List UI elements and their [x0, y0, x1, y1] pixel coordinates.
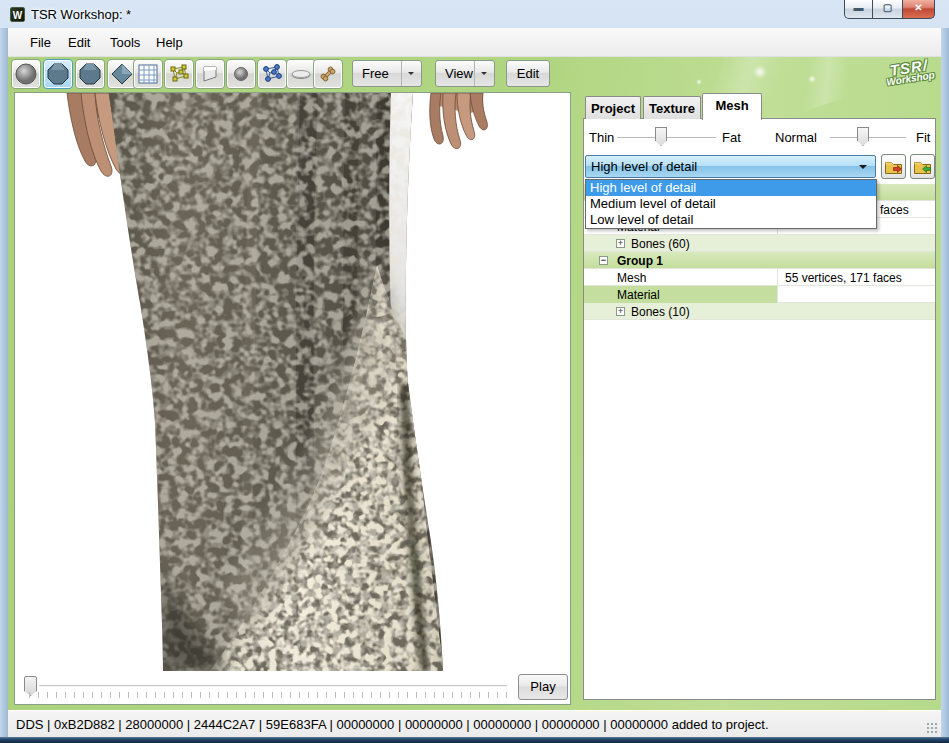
free-mode-arrow-button[interactable] — [401, 61, 421, 86]
chevron-down-icon — [481, 72, 487, 78]
plane-icon — [199, 63, 221, 85]
flat-sphere-icon — [47, 63, 69, 85]
toolbar-bone-button[interactable] — [313, 59, 343, 89]
close-button[interactable]: ✕ — [902, 0, 935, 19]
menu-file[interactable]: File — [24, 33, 57, 52]
viewport-3d[interactable]: Play — [14, 92, 571, 705]
toolbar-smooth-sphere-button[interactable] — [11, 59, 41, 89]
menu-edit[interactable]: Edit — [62, 33, 96, 52]
dress-3d-render — [15, 93, 570, 671]
toolbar-plane-button[interactable] — [195, 59, 225, 89]
toolbar-grid-button[interactable] — [133, 59, 163, 89]
status-bar: DDS | 0xB2D882 | 28000000 | 2444C2A7 | 5… — [8, 710, 941, 737]
slider-fit-label: Fit — [916, 130, 930, 145]
table-row-group1-header[interactable]: − Group 1 — [584, 252, 935, 269]
app-icon: W — [10, 7, 25, 22]
status-text: DDS | 0xB2D882 | 28000000 | 2444C2A7 | 5… — [16, 717, 769, 732]
menu-bar: File Edit Tools Help — [8, 28, 941, 57]
play-button[interactable]: Play — [518, 674, 568, 700]
window-left-border — [0, 28, 8, 737]
tab-texture[interactable]: Texture — [643, 96, 701, 119]
menu-help[interactable]: Help — [150, 33, 189, 52]
client-area: Free View Edit TSR/ Workshop — [8, 57, 941, 710]
resize-grip[interactable] — [926, 722, 938, 734]
small-sphere-icon — [233, 66, 249, 82]
chevron-down-icon — [859, 165, 867, 173]
maximize-icon: ▢ — [873, 2, 902, 13]
window-right-border — [941, 28, 949, 737]
smooth-sphere-icon — [15, 63, 37, 85]
export-mesh-button[interactable] — [881, 154, 906, 179]
lod-option-medium[interactable]: Medium level of detail — [586, 196, 876, 212]
table-row-group0-bones[interactable]: + Bones (60) — [584, 235, 935, 252]
menu-tools[interactable]: Tools — [104, 33, 146, 52]
toolbar-lattice-blue-button[interactable] — [257, 59, 287, 89]
table-row-group1-bones[interactable]: + Bones (10) — [584, 303, 935, 320]
slider-fat-label: Fat — [722, 130, 741, 145]
import-mesh-button[interactable] — [910, 154, 935, 179]
free-mode-label: Free — [362, 66, 389, 81]
flat-sphere-icon — [79, 63, 101, 85]
edit-button[interactable]: Edit — [506, 60, 550, 87]
table-row-group1-mesh[interactable]: Mesh 55 vertices, 171 faces — [584, 269, 935, 286]
minimize-icon: ▬ — [845, 2, 872, 13]
toolbar-flat-sphere-button-active[interactable] — [43, 59, 73, 89]
view-label: View — [445, 66, 473, 81]
tsr-workshop-logo: TSR/ Workshop — [870, 57, 941, 97]
right-hand — [430, 93, 488, 149]
animation-slider-ticks — [29, 692, 507, 698]
free-mode-dropdown[interactable]: Free — [352, 60, 422, 87]
tab-mesh[interactable]: Mesh — [702, 93, 762, 120]
view-arrow-button[interactable] — [474, 61, 494, 86]
toolbar-flat-sphere-button[interactable] — [75, 59, 105, 89]
import-folder-icon — [913, 158, 932, 175]
app-window: W TSR Workshop: * ▬ ▢ ✕ File Edit Tools … — [0, 0, 949, 743]
diamond-icon — [111, 63, 133, 85]
lod-dropdown-list: High level of detail Medium level of det… — [585, 179, 877, 229]
bone-icon — [317, 63, 339, 85]
lod-option-high[interactable]: High level of detail — [586, 180, 876, 196]
slider-thin-label: Thin — [589, 130, 614, 145]
lod-combobox[interactable]: High level of detail — [585, 155, 876, 178]
lod-combobox-value: High level of detail — [591, 159, 697, 174]
slider-normal-label: Normal — [775, 130, 817, 145]
toolbar-small-sphere-button[interactable] — [226, 59, 256, 89]
grid-icon — [138, 64, 158, 84]
toolbar-disc-button[interactable] — [286, 59, 316, 89]
lattice-yellow-icon — [168, 63, 190, 85]
close-icon: ✕ — [903, 2, 934, 13]
animation-slider-track[interactable] — [39, 685, 507, 687]
title-bar[interactable]: W TSR Workshop: * ▬ ▢ ✕ — [0, 0, 949, 28]
toolbar-lattice-yellow-button[interactable] — [164, 59, 194, 89]
table-row-group1-material[interactable]: Material — [584, 286, 935, 303]
window-bottom-border — [0, 737, 949, 743]
sparkle-decoration — [808, 75, 816, 83]
tab-project[interactable]: Project — [585, 96, 641, 119]
lattice-blue-icon — [261, 63, 283, 85]
export-folder-icon — [884, 158, 903, 175]
chevron-down-icon — [408, 72, 414, 78]
disc-icon — [290, 63, 312, 85]
sparkle-decoration — [696, 79, 702, 85]
view-dropdown[interactable]: View — [435, 60, 495, 87]
lod-option-low[interactable]: Low level of detail — [586, 212, 876, 228]
maximize-button[interactable]: ▢ — [873, 0, 902, 19]
window-title: TSR Workshop: * — [31, 7, 131, 22]
sparkle-decoration — [753, 65, 767, 79]
minimize-button[interactable]: ▬ — [844, 0, 873, 19]
